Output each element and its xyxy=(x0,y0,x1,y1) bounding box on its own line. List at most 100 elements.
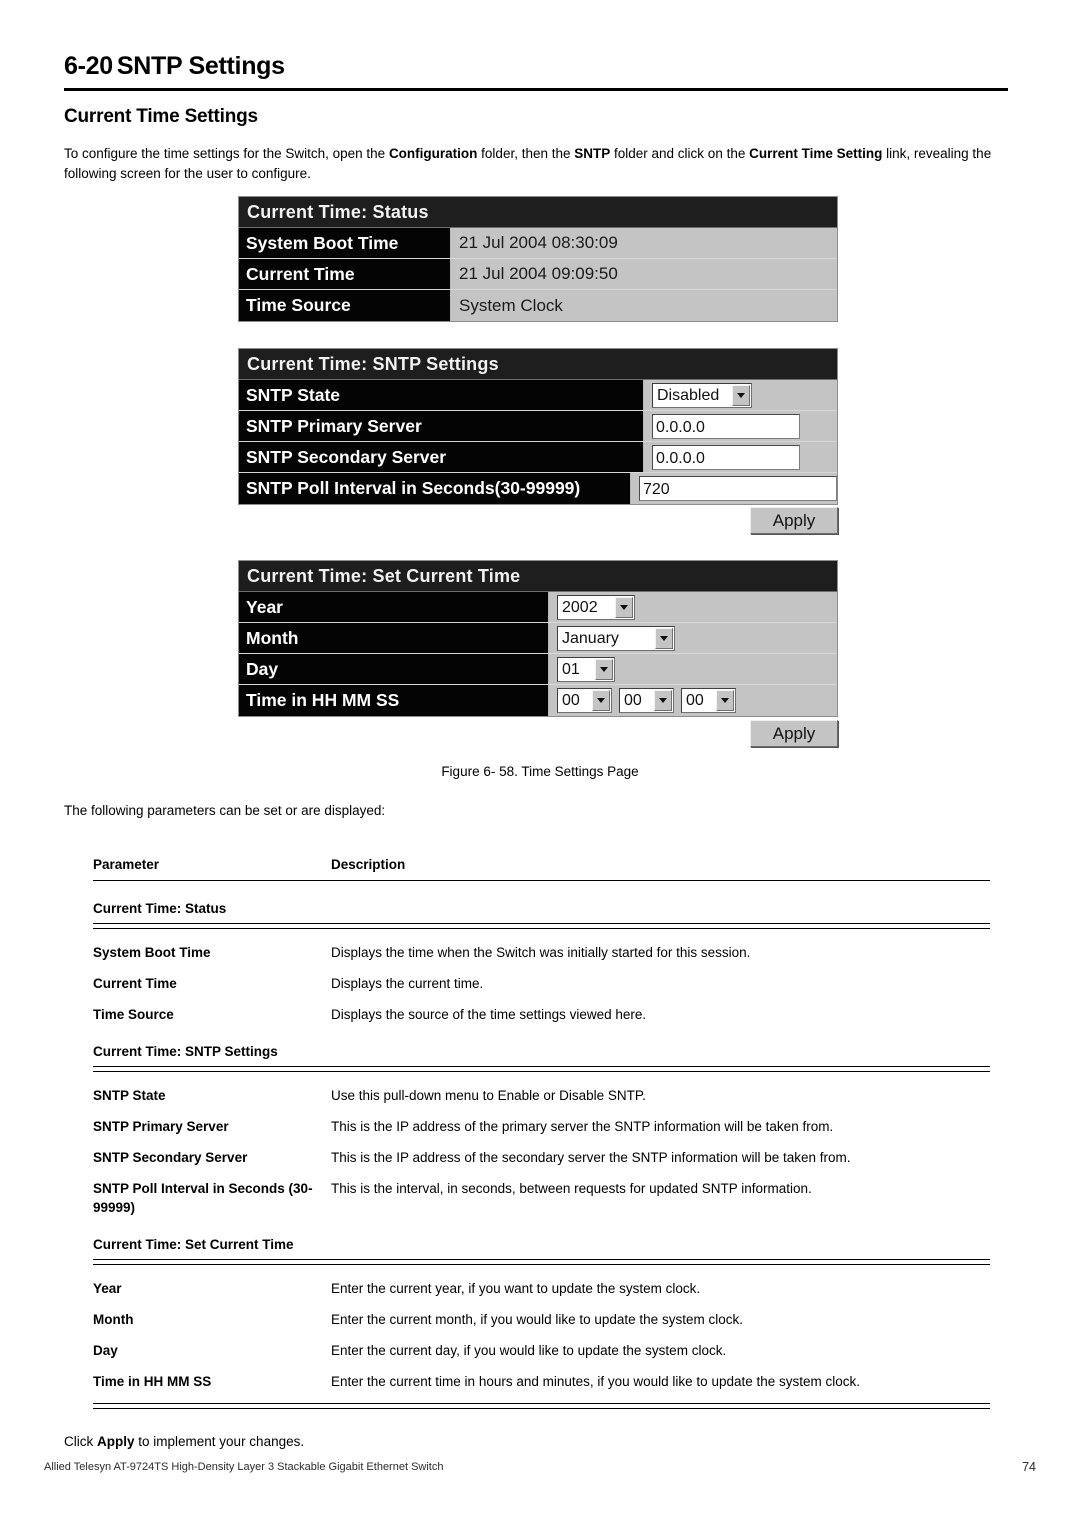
sntp-secondary-server-label: SNTP Secondary Server xyxy=(239,442,644,472)
group-divider xyxy=(93,1066,990,1072)
current-time-label: Current Time xyxy=(239,259,451,289)
param-desc: Enter the current time in hours and minu… xyxy=(331,1374,861,1389)
month-cell: January xyxy=(549,623,837,653)
param-group-status: Current Time: Status System Boot Time Di… xyxy=(93,881,990,1024)
table-row: SNTP State Disabled xyxy=(239,380,837,411)
group-title: Current Time: SNTP Settings xyxy=(93,1044,278,1059)
intro-bold-sntp: SNTP xyxy=(574,146,611,161)
sntp-primary-server-input[interactable]: 0.0.0.0 xyxy=(652,413,800,439)
intro-bold-configuration: Configuration xyxy=(388,146,478,161)
table-row: System Boot Time Displays the time when … xyxy=(93,931,990,962)
second-select[interactable]: 00 xyxy=(681,688,736,713)
parameters-note: The following parameters can be set or a… xyxy=(64,803,386,818)
param-desc: Enter the current month, if you would li… xyxy=(331,1312,743,1327)
time-source-label: Time Source xyxy=(239,290,451,321)
day-select[interactable]: 01 xyxy=(557,656,615,682)
table-row: Time Source Displays the source of the t… xyxy=(93,993,990,1024)
month-select[interactable]: January xyxy=(557,625,675,651)
intro-paragraph: To configure the time settings for the S… xyxy=(64,144,1014,184)
intro-text-3: folder and click on the xyxy=(610,146,750,161)
status-panel-header: Current Time: Status xyxy=(239,197,837,228)
param-name: System Boot Time xyxy=(93,945,211,960)
current-time-value: 21 Jul 2004 09:09:50 xyxy=(451,259,837,289)
sntp-state-cell: Disabled xyxy=(644,380,837,410)
hour-select[interactable]: 00 xyxy=(557,688,612,713)
day-label: Day xyxy=(239,654,549,684)
group-divider xyxy=(93,923,990,929)
sntp-poll-interval-cell: 720 xyxy=(631,473,837,504)
set-time-apply-button[interactable]: Apply xyxy=(750,720,838,747)
sntp-secondary-server-cell: 0.0.0.0 xyxy=(644,442,837,472)
footer-product-name: Allied Telesyn AT-9724TS High-Density La… xyxy=(44,1461,444,1473)
minute-select[interactable]: 00 xyxy=(619,688,674,713)
year-selected-value: 2002 xyxy=(562,598,598,616)
chevron-down-icon xyxy=(655,627,673,649)
subsection-title: Current Time Settings xyxy=(64,106,258,127)
table-row: Time in HH MM SS Enter the current time … xyxy=(93,1360,990,1391)
table-row: System Boot Time 21 Jul 2004 08:30:09 xyxy=(239,228,837,259)
second-selected-value: 00 xyxy=(686,692,704,709)
table-row: Time Source System Clock xyxy=(239,290,837,321)
sntp-secondary-server-input[interactable]: 0.0.0.0 xyxy=(652,444,800,470)
table-row: Day Enter the current day, if you would … xyxy=(93,1329,990,1360)
year-cell: 2002 xyxy=(549,592,837,622)
param-name: Time Source xyxy=(93,1007,174,1022)
param-name: SNTP State xyxy=(93,1088,166,1103)
table-row: Month January xyxy=(239,623,837,654)
closing-text-post: to implement your changes. xyxy=(134,1434,305,1449)
closing-text-pre: Click xyxy=(64,1434,97,1449)
table-row: SNTP Secondary Server 0.0.0.0 xyxy=(239,442,837,473)
closing-bold-apply: Apply xyxy=(97,1434,135,1449)
sntp-panel-header: Current Time: SNTP Settings xyxy=(239,349,837,380)
sntp-state-selected-value: Disabled xyxy=(657,386,720,404)
intro-text-1: To configure the time settings for the S… xyxy=(64,146,389,161)
chevron-down-icon xyxy=(732,384,750,406)
param-desc: Displays the current time. xyxy=(331,976,484,991)
param-name: Day xyxy=(93,1343,118,1358)
sntp-poll-interval-label: SNTP Poll Interval in Seconds(30-99999) xyxy=(239,473,631,504)
table-header-row: Parameter Description xyxy=(93,857,990,880)
table-bottom-divider xyxy=(93,1403,990,1409)
param-name: Time in HH MM SS xyxy=(93,1374,212,1389)
param-desc: Enter the current year, if you want to u… xyxy=(331,1281,701,1296)
chevron-down-icon xyxy=(654,690,672,711)
param-name: Month xyxy=(93,1312,134,1327)
table-row: SNTP Poll Interval in Seconds(30-99999) … xyxy=(239,473,837,504)
param-desc: Enter the current day, if you would like… xyxy=(331,1343,727,1358)
sntp-apply-row: Apply xyxy=(238,507,838,534)
figure-caption: Figure 6- 58. Time Settings Page xyxy=(441,764,639,779)
table-row: Year 2002 xyxy=(239,592,837,623)
table-row: SNTP Secondary Server This is the IP add… xyxy=(93,1136,990,1167)
param-desc: Displays the source of the time settings… xyxy=(331,1007,647,1022)
sntp-primary-server-label: SNTP Primary Server xyxy=(239,411,644,441)
section-number: 6-20 xyxy=(64,52,113,80)
section-title: SNTP Settings xyxy=(116,52,285,80)
table-row: SNTP Primary Server 0.0.0.0 xyxy=(239,411,837,442)
table-row: Year Enter the current year, if you want… xyxy=(93,1267,990,1298)
minute-selected-value: 00 xyxy=(624,692,642,709)
time-source-value: System Clock xyxy=(451,290,837,321)
year-select[interactable]: 2002 xyxy=(557,594,635,620)
chevron-down-icon xyxy=(716,690,734,711)
table-row: SNTP Poll Interval in Seconds (30-99999)… xyxy=(93,1167,990,1217)
chevron-down-icon xyxy=(615,596,633,618)
group-divider xyxy=(93,1259,990,1265)
table-row: Time in HH MM SS 00 00 00 xyxy=(239,685,837,716)
time-hhmmss-label: Time in HH MM SS xyxy=(239,685,549,716)
system-boot-time-label: System Boot Time xyxy=(239,228,451,258)
chevron-down-icon xyxy=(595,658,613,680)
day-cell: 01 xyxy=(549,654,837,684)
sntp-state-select[interactable]: Disabled xyxy=(652,382,752,408)
param-desc: Displays the time when the Switch was in… xyxy=(331,945,751,960)
sntp-poll-interval-input[interactable]: 720 xyxy=(639,476,837,501)
group-title: Current Time: Set Current Time xyxy=(93,1237,294,1252)
sntp-apply-button[interactable]: Apply xyxy=(750,507,838,534)
page-title: 6-20 SNTP Settings xyxy=(64,52,285,81)
document-page: 6-20 SNTP Settings Current Time Settings … xyxy=(0,0,1080,1527)
chevron-down-icon xyxy=(592,690,610,711)
intro-bold-current-time-setting: Current Time Setting xyxy=(749,146,883,161)
param-group-set-current-time: Current Time: Set Current Time Year Ente… xyxy=(93,1217,990,1409)
parameter-table: Parameter Description Current Time: Stat… xyxy=(93,857,990,1411)
year-label: Year xyxy=(239,592,549,622)
set-current-time-panel: Current Time: Set Current Time Year 2002… xyxy=(238,560,838,717)
